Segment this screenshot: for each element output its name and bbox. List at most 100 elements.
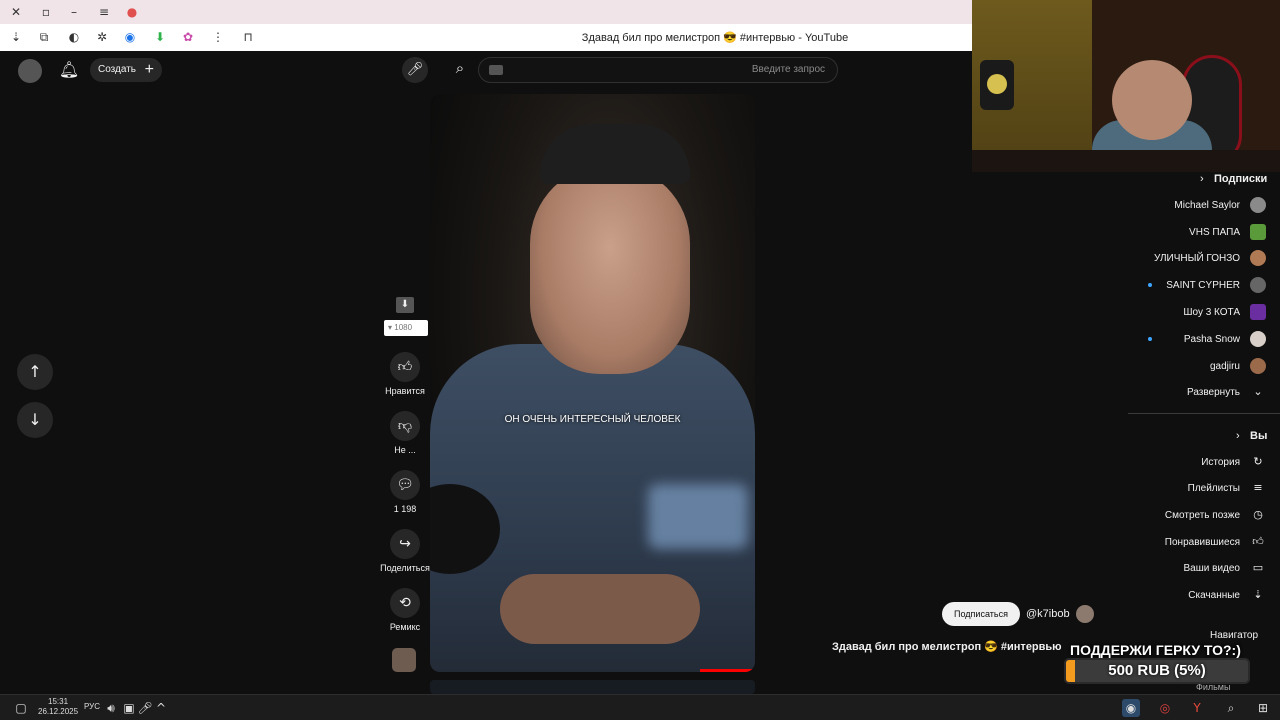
keyboard-icon[interactable] [489,65,503,75]
sidebar-item-history[interactable]: История ↻ [1201,449,1266,475]
channel-avatar-icon [1250,224,1266,240]
minimize-window-icon[interactable]: – [66,4,82,20]
sidebar-item-subscription[interactable]: Шоу 3 КОТА [1183,299,1266,325]
share-button[interactable]: ↪ Поделиться [375,529,435,573]
new-content-dot [1148,283,1152,287]
remix-icon: ⟲ [390,588,420,618]
search-icon[interactable]: ⌕ [448,59,472,77]
page-title: Здавад бил про мелистроп 😎 #интервью - Y… [581,32,849,44]
microphone-icon[interactable]: 🎤︎ [402,57,428,83]
tray-expand-icon[interactable]: ^ [152,699,170,717]
chevron-right-icon: › [1236,430,1240,442]
like-button[interactable]: 👍︎ Нравится [375,352,435,396]
search-icon[interactable]: ⌕ [1222,699,1240,717]
channel-avatar-icon [1250,358,1266,374]
sidebar-item-expand[interactable]: Развернуть ⌄ [1187,379,1266,405]
video-progress-bar[interactable] [700,669,755,672]
extension-green-icon[interactable]: ⬇ [152,29,168,45]
sidebar-item-playlists[interactable]: Плейлисты ≡ [1188,475,1266,501]
youtube-header: 🔔︎ Создать + 🎤︎ ⌕ Введите запрос [0,51,972,91]
sidebar-item-liked[interactable]: Понравившиеся 👍︎ [1165,529,1266,555]
next-video-preview [430,680,755,694]
avatar[interactable] [18,59,42,83]
extension-icon[interactable]: ◐ [66,29,82,45]
history-icon: ↻ [1253,455,1263,468]
video-subtitle: ОН ОЧЕНЬ ИНТЕРЕСНЫЙ ЧЕЛОВЕК [504,414,681,425]
browser-tab-bar: ✕ ▫ – ≡ ● [0,0,972,24]
windows-taskbar: ▢ 15:31 26.12.2025 РУС 🔊︎ ▣ 🎤︎ ^ ◉ ◎ Y ⌕… [0,694,1280,720]
sidebar-item-subscription[interactable]: VHS ПАПА [1189,219,1266,245]
sidebar-item-downloads[interactable]: Скачанные ⇣ [1188,582,1266,608]
channel-name[interactable]: @k7ibob [1026,608,1070,620]
download-icon[interactable]: ⇣ [8,29,24,45]
notifications-icon[interactable]: 🔔︎ [58,60,80,79]
settings-icon[interactable]: ✲ [94,29,110,45]
sidebar-item-label: Развернуть [1186,386,1240,398]
language-indicator[interactable]: РУС [84,702,100,711]
quality-select[interactable]: ▾ 1080 [384,320,428,336]
subscribe-button[interactable]: Подписаться [942,602,1020,626]
new-content-dot [1148,337,1152,341]
create-button[interactable]: Создать + [90,58,162,82]
video-person-cap [540,124,690,184]
quality-value: 1080 [394,323,413,332]
sidebar-item-watch-later[interactable]: Смотреть позже ◷ [1165,502,1266,528]
you-header[interactable]: Вы [1250,430,1267,442]
streamer-webcam [972,0,1280,172]
sidebar-item-subscription[interactable]: gadjiru [1210,353,1266,379]
short-title[interactable]: Здавад бил про мелистроп 😎 #интервью [832,640,1062,653]
you-header-label: Вы [1250,430,1268,442]
chevron-right-icon: › [1200,173,1204,185]
thumbs-up-icon: 👍︎ [1252,535,1264,548]
channel-avatar[interactable] [1076,605,1094,623]
extension-color-icon[interactable]: ✿ [180,29,196,45]
obs-taskbar-icon[interactable]: ◎ [1156,699,1174,717]
sidebar-item-your-videos[interactable]: Ваши видео ▭ [1184,555,1266,581]
video-person-hands [500,574,700,644]
sidebar-item-label: Понравившиеся [1164,536,1240,548]
share-icon: ↪ [390,529,420,559]
chevron-down-icon: ⌄ [1253,385,1263,398]
short-video-player[interactable]: ОН ОЧЕНЬ ИНТЕРЕСНЫЙ ЧЕЛОВЕК [430,94,755,672]
subscriptions-header[interactable]: Подписки [1214,173,1267,185]
extension-blue-icon[interactable]: ◉ [122,29,138,45]
next-short-button[interactable]: ↓ [17,402,53,438]
restore-window-icon[interactable]: ▫ [38,4,54,20]
comments-button[interactable]: 💬︎ 1 198 [375,470,435,514]
dislike-label: Не ... [394,445,416,455]
yandex-browser-icon[interactable]: Y [1188,699,1206,717]
dislike-button[interactable]: 👎︎ Не ... [375,411,435,455]
notification-center-icon[interactable]: ▢ [12,699,30,717]
close-tab-icon[interactable]: ✕ [8,4,24,20]
volume-icon[interactable]: 🔊︎ [102,699,120,717]
subscriptions-header-label: Подписки [1214,173,1268,185]
webcam-desk [972,150,1280,172]
download-video-button[interactable]: ⬇ [396,297,414,313]
windows-start-icon[interactable]: ⊞ [1254,699,1272,717]
like-label: Нравится [385,386,425,396]
sidebar-item-subscription[interactable]: Michael Saylor [1174,192,1266,218]
sidebar-item-subscription[interactable]: SAINT CYPHER [1166,272,1266,298]
extensions-icon[interactable]: ⧉ [36,29,52,45]
donation-goal-title: ПОДДЕРЖИ ГЕРКУ ТО?:) [1070,642,1241,658]
browser-taskbar-icon[interactable]: ◉ [1122,699,1140,717]
menu-icon[interactable]: ≡ [96,4,112,20]
channel-avatar-icon [1250,277,1266,293]
sidebar-item-subscription[interactable]: УЛИЧНЫЙ ГОНЗО [1154,245,1266,271]
bookmark-icon[interactable]: ⊓ [240,29,256,45]
remix-button[interactable]: ⟲ Ремикс [375,588,435,632]
clock-time: 15:31 [48,697,69,706]
sidebar-item-label: УЛИЧНЫЙ ГОНЗО [1153,252,1240,264]
more-icon[interactable]: ⋮ [210,29,226,45]
sidebar-item-subscription[interactable]: Pasha Snow [1184,326,1266,352]
search-input[interactable]: Введите запрос [478,57,838,83]
clock[interactable]: 15:31 26.12.2025 [38,697,78,717]
search-placeholder: Введите запрос [751,64,825,75]
channel-avatar-icon [1250,197,1266,213]
share-label: Поделиться [380,563,430,573]
sidebar-item-label: Скачанные [1188,589,1240,601]
previous-short-button[interactable]: ↑ [17,354,53,390]
thumbs-down-icon: 👎︎ [390,411,420,441]
channel-thumbnail[interactable] [392,648,416,672]
sidebar-item-label: Pasha Snow [1183,333,1240,345]
